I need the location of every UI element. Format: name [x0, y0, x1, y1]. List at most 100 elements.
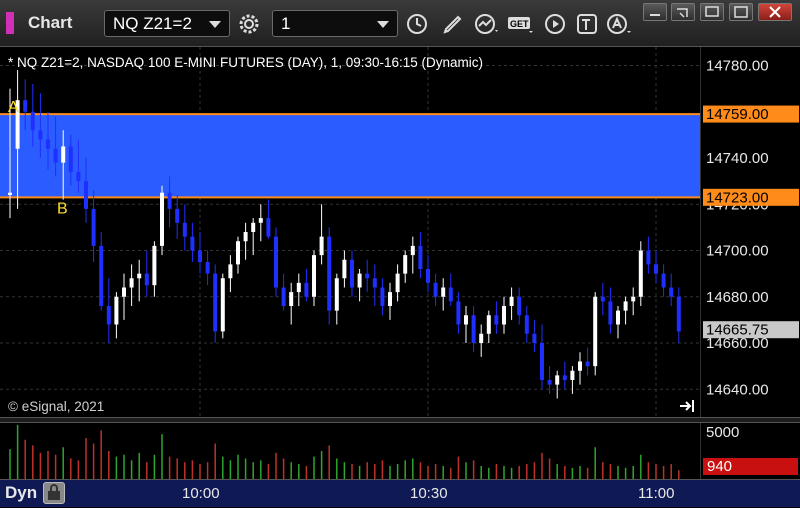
candle-body	[623, 301, 628, 311]
interval-value: 1	[281, 14, 291, 33]
get-data-icon[interactable]: GET	[506, 9, 536, 39]
dock-icon[interactable]	[700, 3, 724, 21]
candle-body	[600, 296, 605, 302]
price-tick-label: 14740.00	[706, 150, 769, 167]
candle-body	[258, 218, 263, 223]
candle-body	[540, 343, 544, 380]
candle-body	[380, 287, 385, 306]
candle-body	[456, 301, 461, 325]
candle-body	[562, 375, 567, 380]
candle-body	[76, 171, 81, 182]
candle-body	[441, 287, 446, 297]
price-tick-label: 14780.00	[706, 58, 769, 75]
candle-body	[91, 208, 96, 246]
candle-body	[23, 100, 28, 112]
candle-body	[243, 232, 248, 242]
candle-body	[433, 282, 438, 297]
dynamic-mode-label[interactable]: Dyn	[5, 483, 37, 503]
chevron-down-icon	[377, 21, 389, 28]
candle-body	[676, 296, 681, 332]
candle-body	[190, 236, 195, 251]
candle-body	[494, 315, 499, 325]
candle-body	[502, 306, 506, 325]
candle-body	[464, 315, 468, 325]
candle-body	[220, 278, 225, 332]
time-axis[interactable]	[0, 479, 800, 507]
close-icon[interactable]	[758, 3, 792, 21]
time-tick-label: 10:30	[410, 485, 448, 502]
time-tick-label: 10:00	[182, 485, 220, 502]
candle-body	[418, 245, 423, 269]
candle-body	[509, 296, 514, 306]
pencil-draw-icon[interactable]	[438, 9, 468, 39]
candle-body	[289, 292, 294, 306]
candle-body	[198, 250, 202, 263]
candle-body	[342, 259, 347, 279]
candle-body	[274, 236, 278, 288]
price-tick-label: 14640.00	[706, 381, 769, 398]
candle-body	[593, 296, 598, 367]
candle-body	[578, 361, 582, 371]
study-chart-icon[interactable]	[472, 9, 502, 39]
candle-body	[144, 273, 149, 286]
minimize-icon[interactable]	[643, 3, 667, 21]
candle-body	[296, 282, 301, 293]
zone-top-tag: 14759.00	[706, 106, 769, 123]
chevron-down-icon	[209, 21, 221, 28]
volume-chart[interactable]	[0, 423, 700, 479]
candle-body	[426, 269, 430, 283]
candle-body	[106, 306, 111, 325]
clock-icon[interactable]	[402, 9, 432, 39]
scroll-to-end-icon[interactable]	[678, 398, 696, 419]
interval-selector[interactable]: 1	[272, 10, 398, 37]
candle-body	[524, 315, 529, 334]
candle-body	[46, 139, 50, 149]
volume-last-tag: 940	[703, 458, 798, 475]
candle-body	[616, 310, 620, 325]
candle-body	[350, 259, 354, 288]
candle-body	[114, 296, 119, 325]
candle-body	[532, 333, 537, 343]
candle-body	[388, 292, 392, 306]
candle-body	[8, 192, 12, 195]
title-bar: Chart NQ Z21=2 1 GET	[0, 0, 800, 47]
symbol-value: NQ Z21=2	[113, 14, 192, 33]
symbol-selector[interactable]: NQ Z21=2	[104, 10, 230, 37]
text-tool-icon[interactable]	[572, 9, 602, 39]
candle-body	[638, 250, 643, 297]
candle-body	[608, 301, 613, 325]
candle-body	[372, 278, 377, 288]
maximize-icon[interactable]	[729, 3, 753, 21]
last-price-tag: 14665.75	[706, 322, 769, 339]
candle-body	[327, 236, 332, 311]
candle-body	[547, 380, 552, 385]
price-chart[interactable]: AB	[0, 47, 700, 417]
candle-body	[53, 148, 58, 163]
candle-body	[61, 146, 66, 163]
candle-body	[137, 273, 142, 279]
price-tick-label: 14680.00	[706, 289, 769, 306]
candle-body	[410, 245, 415, 256]
candle-body	[175, 208, 180, 223]
zone-bottom-tag: 14723.00	[706, 189, 769, 206]
candle-body	[182, 222, 187, 237]
candle-body	[631, 296, 636, 302]
candle-body	[403, 255, 408, 274]
svg-text:GET: GET	[510, 19, 529, 29]
candle-body	[312, 255, 316, 297]
candle-body	[448, 287, 453, 302]
annotation-a: A	[8, 99, 19, 116]
settings-gear-icon[interactable]	[234, 9, 264, 39]
candle-body	[160, 192, 164, 246]
window-title: Chart	[28, 13, 73, 32]
candle-body	[479, 333, 484, 343]
candle-body	[152, 245, 157, 286]
price-tick-label: 14700.00	[706, 243, 769, 260]
play-replay-icon[interactable]	[540, 9, 570, 39]
time-tick-label: 11:00	[638, 485, 675, 502]
alert-icon[interactable]	[604, 9, 634, 39]
candle-body	[129, 278, 134, 288]
price-axis[interactable]: 14780.0014740.0014720.0014700.0014680.00…	[700, 47, 800, 417]
lock-icon[interactable]	[43, 482, 65, 504]
restore-icon[interactable]	[671, 3, 695, 21]
